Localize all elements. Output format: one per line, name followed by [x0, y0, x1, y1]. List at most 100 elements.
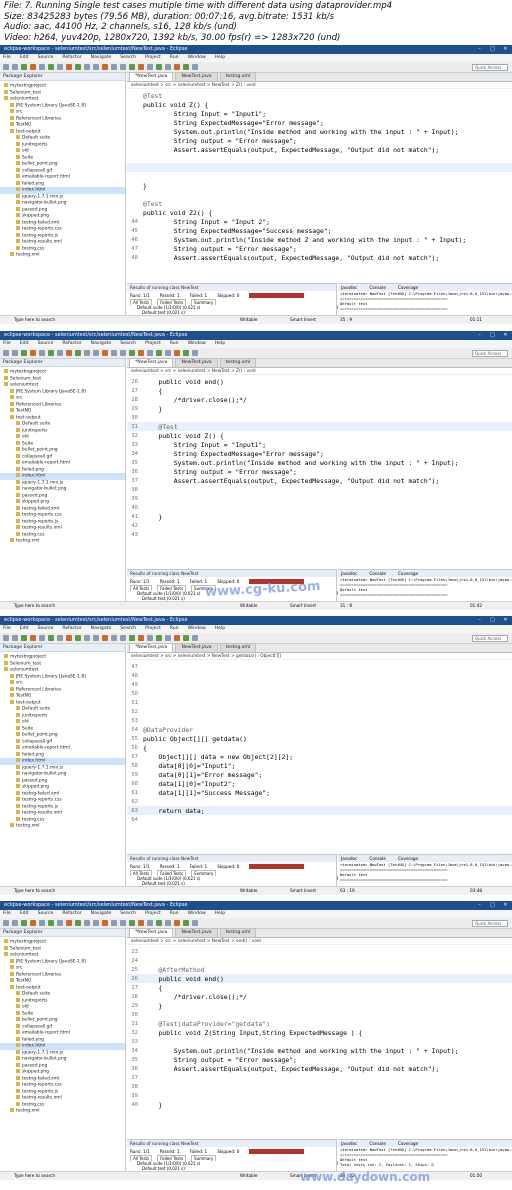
toolbar-icon[interactable]	[183, 64, 189, 70]
toolbar-icon[interactable]	[48, 350, 54, 356]
minimize-icon[interactable]: –	[473, 45, 486, 54]
close-icon[interactable]: ✕	[499, 901, 512, 910]
toolbar-icon[interactable]	[120, 920, 126, 926]
console-tab[interactable]: Console	[369, 855, 386, 862]
quick-access-input[interactable]: Quick Access	[472, 350, 508, 357]
toolbar-icon[interactable]	[30, 64, 36, 70]
console-tab[interactable]: Console	[369, 1140, 386, 1147]
toolbar-icon[interactable]	[129, 635, 135, 641]
editor-tab[interactable]: testng.xml	[219, 928, 257, 937]
toolbar-icon[interactable]	[84, 635, 90, 641]
toolbar-icon[interactable]	[147, 350, 153, 356]
menu-item[interactable]: Window	[188, 54, 206, 62]
menu-item[interactable]: Help	[215, 910, 225, 918]
toolbar-icon[interactable]	[129, 920, 135, 926]
toolbar-icon[interactable]	[75, 64, 81, 70]
console-tab[interactable]: Coverage	[398, 284, 418, 291]
toolbar-icon[interactable]	[75, 635, 81, 641]
taskbar-search[interactable]: Type here to search	[14, 887, 55, 895]
menu-item[interactable]: Window	[188, 625, 206, 633]
toolbar-icon[interactable]	[165, 64, 171, 70]
minimize-icon[interactable]: –	[473, 331, 486, 340]
toolbar-icon[interactable]	[93, 350, 99, 356]
toolbar-icon[interactable]	[147, 635, 153, 641]
menu-item[interactable]: Refactor	[62, 625, 81, 633]
toolbar-icon[interactable]	[21, 350, 27, 356]
toolbar-icon[interactable]	[84, 920, 90, 926]
editor-tab[interactable]: *NewTest.java	[129, 928, 174, 937]
toolbar-icon[interactable]	[3, 920, 9, 926]
toolbar-icon[interactable]	[192, 920, 198, 926]
toolbar-icon[interactable]	[129, 64, 135, 70]
toolbar-icon[interactable]	[120, 635, 126, 641]
toolbar-icon[interactable]	[57, 920, 63, 926]
toolbar-icon[interactable]	[138, 920, 144, 926]
toolbar-icon[interactable]	[39, 920, 45, 926]
toolbar-icon[interactable]	[156, 350, 162, 356]
toolbar-icon[interactable]	[12, 920, 18, 926]
toolbar-icon[interactable]	[111, 64, 117, 70]
toolbar-icon[interactable]	[183, 350, 189, 356]
toolbar-icon[interactable]	[75, 350, 81, 356]
tree-item[interactable]: testng.xml	[0, 538, 125, 545]
menu-item[interactable]: Help	[215, 340, 225, 348]
menu-item[interactable]: Search	[120, 340, 136, 348]
toolbar-icon[interactable]	[111, 920, 117, 926]
toolbar-icon[interactable]	[84, 350, 90, 356]
toolbar-icon[interactable]	[12, 64, 18, 70]
toolbar-icon[interactable]	[174, 64, 180, 70]
menu-item[interactable]: File	[3, 54, 11, 62]
menu-item[interactable]: Navigate	[91, 625, 112, 633]
toolbar-icon[interactable]	[66, 350, 72, 356]
menu-item[interactable]: Edit	[20, 340, 29, 348]
toolbar-icon[interactable]	[39, 64, 45, 70]
tree-item[interactable]: testng.xml	[0, 1108, 125, 1115]
code-area[interactable]: 47 48 49 50 51 52 53 54 @DataProvider 55 public Ob…	[127, 660, 512, 824]
console-tab[interactable]: Coverage	[398, 1140, 418, 1147]
toolbar-icon[interactable]	[3, 64, 9, 70]
toolbar-icon[interactable]	[165, 635, 171, 641]
code-area[interactable]: 26 public void end() 27 {28 /*driver.clos…	[127, 375, 512, 539]
tree-item[interactable]: testng.xml	[0, 252, 125, 259]
toolbar-icon[interactable]	[174, 350, 180, 356]
console-tab[interactable]: Console	[369, 284, 386, 291]
toolbar-icon[interactable]	[48, 635, 54, 641]
toolbar-icon[interactable]	[183, 635, 189, 641]
toolbar-icon[interactable]	[102, 920, 108, 926]
toolbar-icon[interactable]	[156, 64, 162, 70]
toolbar-icon[interactable]	[48, 64, 54, 70]
toolbar-icon[interactable]	[138, 350, 144, 356]
menu-item[interactable]: Source	[38, 625, 54, 633]
toolbar-icon[interactable]	[165, 350, 171, 356]
close-icon[interactable]: ✕	[499, 331, 512, 340]
toolbar-icon[interactable]	[12, 635, 18, 641]
console-tab[interactable]: Javadoc	[341, 570, 357, 577]
toolbar-icon[interactable]	[30, 635, 36, 641]
menu-item[interactable]: Edit	[20, 625, 29, 633]
editor-tab[interactable]: NewTest.java	[175, 928, 218, 937]
console-tab[interactable]: Console	[369, 570, 386, 577]
toolbar-icon[interactable]	[93, 635, 99, 641]
toolbar-icon[interactable]	[192, 350, 198, 356]
toolbar-icon[interactable]	[3, 350, 9, 356]
menu-item[interactable]: Help	[215, 54, 225, 62]
editor-tab[interactable]: testng.xml	[219, 643, 257, 652]
menu-item[interactable]: Project	[145, 54, 161, 62]
menu-item[interactable]: Refactor	[62, 340, 81, 348]
menu-item[interactable]: Navigate	[91, 340, 112, 348]
toolbar-icon[interactable]	[3, 635, 9, 641]
code-area[interactable]: 23 24 25 @AfterMethod 26 public void end() 2…	[127, 945, 512, 1109]
toolbar-icon[interactable]	[192, 635, 198, 641]
toolbar-icon[interactable]	[156, 635, 162, 641]
menu-item[interactable]: Window	[188, 910, 206, 918]
toolbar-icon[interactable]	[30, 920, 36, 926]
code-area[interactable]: @Test public void Z() { String Input = "I…	[127, 89, 512, 262]
menu-item[interactable]: Search	[120, 625, 136, 633]
toolbar-icon[interactable]	[120, 350, 126, 356]
editor-tab[interactable]: testng.xml	[219, 72, 257, 81]
editor-tab[interactable]: NewTest.java	[175, 358, 218, 367]
menu-item[interactable]: Project	[145, 625, 161, 633]
toolbar-icon[interactable]	[39, 350, 45, 356]
menu-item[interactable]: Project	[145, 340, 161, 348]
menu-item[interactable]: File	[3, 910, 11, 918]
